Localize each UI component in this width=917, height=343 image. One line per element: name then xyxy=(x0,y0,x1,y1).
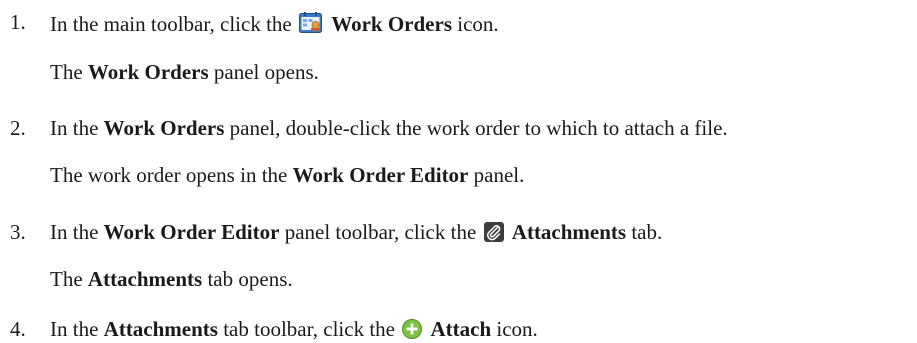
step-text: In the Work Orders panel, double-click t… xyxy=(50,116,728,140)
step-text: In the Work Order Editor panel toolbar, … xyxy=(50,220,663,246)
step-text: In the main toolbar, click the Work Orde… xyxy=(50,12,499,38)
step-text: In the Attachments tab toolbar, click th… xyxy=(50,317,538,343)
work-orders-icon xyxy=(299,12,323,38)
step-number: 3. xyxy=(10,220,26,244)
step-number: 1. xyxy=(10,10,26,34)
step-number: 4. xyxy=(10,317,26,341)
procedure-steps: 1. In the main toolbar, click the Work O… xyxy=(0,0,917,343)
step-3-result: The Attachments tab opens. xyxy=(50,267,293,291)
attach-plus-icon xyxy=(402,319,423,343)
step-2-result: The work order opens in the Work Order E… xyxy=(50,163,525,187)
step-number: 2. xyxy=(10,116,26,140)
paperclip-icon xyxy=(483,222,504,246)
step-1-result: The Work Orders panel opens. xyxy=(50,60,319,84)
